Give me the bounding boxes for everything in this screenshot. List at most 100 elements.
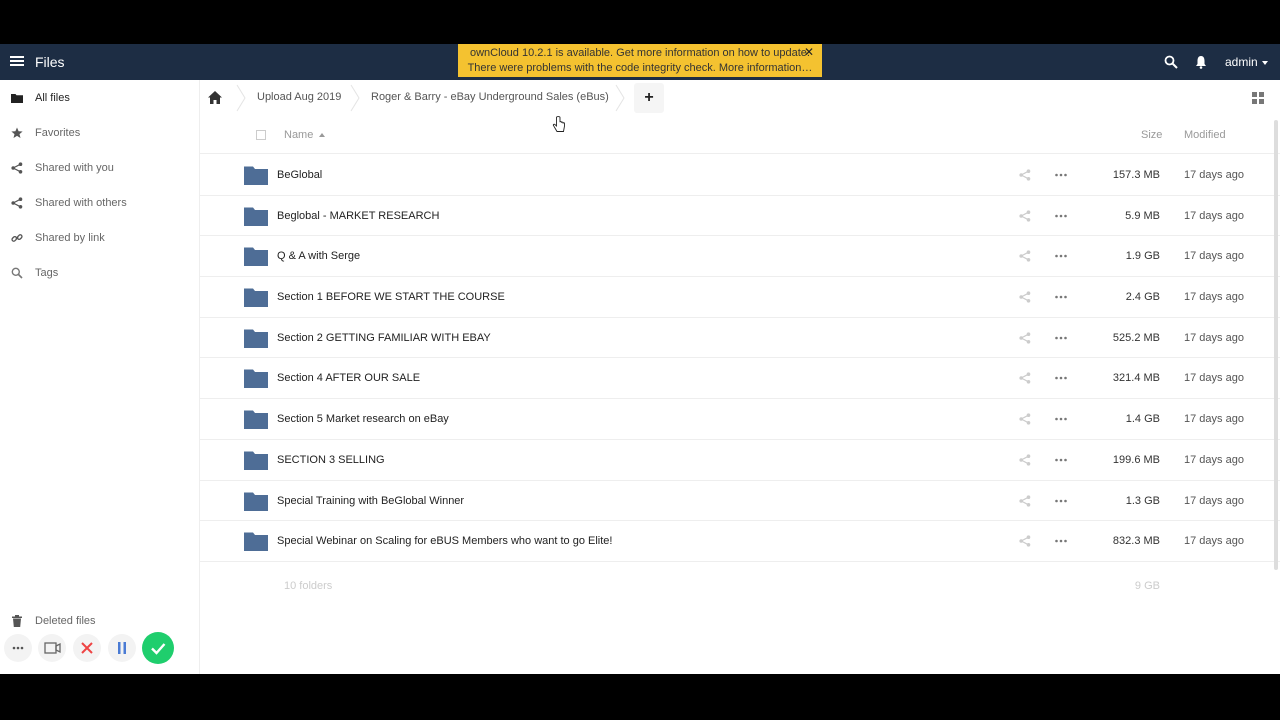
breadcrumb-separator	[350, 84, 360, 112]
file-name[interactable]: SECTION 3 SELLING	[277, 454, 385, 466]
sidebar-item-label: Shared by link	[35, 232, 105, 244]
more-actions-icon[interactable]	[1054, 332, 1068, 344]
new-item-button[interactable]: +	[634, 83, 664, 113]
more-actions-icon[interactable]	[1054, 250, 1068, 262]
breadcrumb-separator	[236, 84, 246, 112]
folder-icon	[244, 532, 268, 552]
file-row[interactable]: Section 2 GETTING FAMILIAR WITH EBAY 525.…	[200, 318, 1280, 359]
search-icon[interactable]	[1164, 55, 1178, 69]
total-size: 9 GB	[1134, 580, 1160, 592]
file-modified: 17 days ago	[1184, 494, 1244, 507]
file-row[interactable]: Q & A with Serge 1.9 GB 17 days ago	[200, 236, 1280, 278]
file-size: 157.3 MB	[1112, 169, 1160, 181]
more-actions-icon[interactable]	[1054, 372, 1068, 384]
owncloud-window: Files ownCloud 10.2.1 is available. Get …	[0, 44, 1280, 674]
file-row[interactable]: Beglobal - MARKET RESEARCH 5.9 MB 17 days …	[200, 196, 1280, 237]
sidebar-item-shared-by-link[interactable]: Shared by link	[0, 223, 199, 253]
file-modified: 17 days ago	[1184, 291, 1244, 304]
file-name[interactable]: Q & A with Serge	[277, 250, 360, 262]
folder-icon	[244, 207, 268, 226]
share-icon[interactable]	[1019, 210, 1031, 222]
notice-close-icon[interactable]: ✕	[804, 45, 814, 60]
sidebar-item-shared-with-others[interactable]: Shared with others	[0, 188, 199, 218]
sidebar-item-label: All files	[35, 92, 70, 104]
discard-recording-button[interactable]	[73, 634, 101, 662]
more-actions-icon[interactable]	[1054, 535, 1068, 547]
file-modified: 17 days ago	[1184, 372, 1244, 385]
sidebar-item-shared-with-you[interactable]: Shared with you	[0, 153, 199, 183]
sidebar-item-label: Tags	[35, 267, 59, 279]
scrollbar[interactable]	[1274, 120, 1278, 570]
top-header: Files ownCloud 10.2.1 is available. Get …	[0, 44, 1280, 80]
file-name[interactable]: Special Training with BeGlobal Winner	[277, 495, 464, 507]
more-actions-icon[interactable]	[1054, 413, 1068, 425]
sidebar-item-label: Favorites	[35, 127, 81, 139]
breadcrumb-item-current-folder[interactable]: Roger & Barry - eBay Underground Sales (…	[371, 91, 609, 103]
more-actions-icon[interactable]	[1054, 495, 1068, 507]
more-actions-icon[interactable]	[1054, 454, 1068, 466]
sort-by-modified[interactable]: Modified	[1184, 129, 1226, 141]
share-icon[interactable]	[1019, 291, 1031, 303]
more-actions-icon[interactable]	[1054, 291, 1068, 303]
folder-icon	[244, 410, 268, 430]
breadcrumb-item-upload[interactable]: Upload Aug 2019	[257, 91, 341, 103]
pause-icon	[118, 642, 126, 654]
select-all-checkbox[interactable]	[256, 130, 266, 140]
file-size: 1.4 GB	[1125, 413, 1160, 426]
file-list-header: Name Size Modified	[200, 116, 1280, 154]
file-row[interactable]: Special Webinar on Scaling for eBUS Memb…	[200, 521, 1280, 562]
folder-icon	[11, 94, 23, 103]
share-icon[interactable]	[1019, 535, 1031, 547]
folder-icon	[244, 288, 268, 308]
file-row[interactable]: Section 1 BEFORE WE START THE COURSE 2.4 …	[200, 277, 1280, 318]
file-modified: 17 days ago	[1184, 209, 1244, 222]
more-actions-icon[interactable]	[1054, 210, 1068, 222]
share-icon[interactable]	[1019, 372, 1031, 385]
file-row[interactable]: Special Training with BeGlobal Winner 1.3…	[200, 481, 1280, 522]
user-menu[interactable]: admin	[1225, 55, 1268, 69]
notice-integrity-text[interactable]: There were problems with the code integr…	[458, 61, 822, 76]
sidebar-item-label: Deleted files	[35, 615, 96, 627]
file-name[interactable]: Section 1 BEFORE WE START THE COURSE	[277, 291, 505, 303]
share-icon[interactable]	[1019, 250, 1031, 262]
sidebar-item-tags[interactable]: Tags	[0, 258, 199, 288]
folder-icon	[244, 247, 268, 267]
folder-icon	[244, 451, 268, 470]
file-size: 832.3 MB	[1112, 535, 1160, 548]
file-modified: 17 days ago	[1184, 250, 1244, 263]
grid-view-icon[interactable]	[1252, 92, 1264, 104]
sidebar-item-all-files[interactable]: All files	[0, 83, 199, 113]
more-actions-icon[interactable]	[1054, 169, 1068, 181]
bell-icon[interactable]	[1195, 55, 1207, 69]
share-icon[interactable]	[1019, 454, 1031, 466]
sidebar-item-favorites[interactable]: Favorites	[0, 118, 199, 148]
search-icon	[11, 267, 23, 279]
file-name[interactable]: Section 5 Market research on eBay	[277, 413, 449, 425]
notice-update-text[interactable]: ownCloud 10.2.1 is available. Get more i…	[458, 46, 822, 61]
pause-recording-button[interactable]	[108, 634, 136, 662]
file-name[interactable]: Section 4 AFTER OUR SALE	[277, 372, 420, 384]
file-row[interactable]: SECTION 3 SELLING 199.6 MB 17 days ago	[200, 440, 1280, 481]
more-options-button[interactable]	[4, 634, 32, 662]
share-icon[interactable]	[1019, 494, 1031, 507]
share-icon[interactable]	[1019, 332, 1031, 344]
sidebar-item-label: Shared with you	[35, 162, 114, 174]
file-name[interactable]: Beglobal - MARKET RESEARCH	[277, 210, 439, 222]
sort-by-size[interactable]: Size	[1141, 129, 1162, 141]
file-name[interactable]: Section 2 GETTING FAMILIAR WITH EBAY	[277, 332, 491, 344]
sort-by-name[interactable]: Name	[284, 129, 326, 141]
webcam-button[interactable]	[38, 634, 66, 662]
hamburger-menu-icon[interactable]	[10, 54, 24, 70]
file-row[interactable]: BeGlobal 157.3 MB 17 days ago	[200, 155, 1280, 196]
file-row[interactable]: Section 4 AFTER OUR SALE 321.4 MB 17 days …	[200, 358, 1280, 400]
file-name[interactable]: BeGlobal	[277, 169, 322, 181]
app-title[interactable]: Files	[35, 54, 65, 70]
file-name[interactable]: Special Webinar on Scaling for eBUS Memb…	[277, 535, 612, 547]
share-icon[interactable]	[1019, 169, 1031, 181]
share-icon[interactable]	[1019, 413, 1031, 425]
breadcrumb: Upload Aug 2019 Roger & Barry - eBay Und…	[200, 80, 1280, 116]
home-icon[interactable]	[208, 91, 222, 104]
folder-icon	[244, 166, 268, 185]
file-row[interactable]: Section 5 Market research on eBay 1.4 GB 1…	[200, 399, 1280, 440]
finish-recording-button[interactable]	[142, 632, 174, 664]
